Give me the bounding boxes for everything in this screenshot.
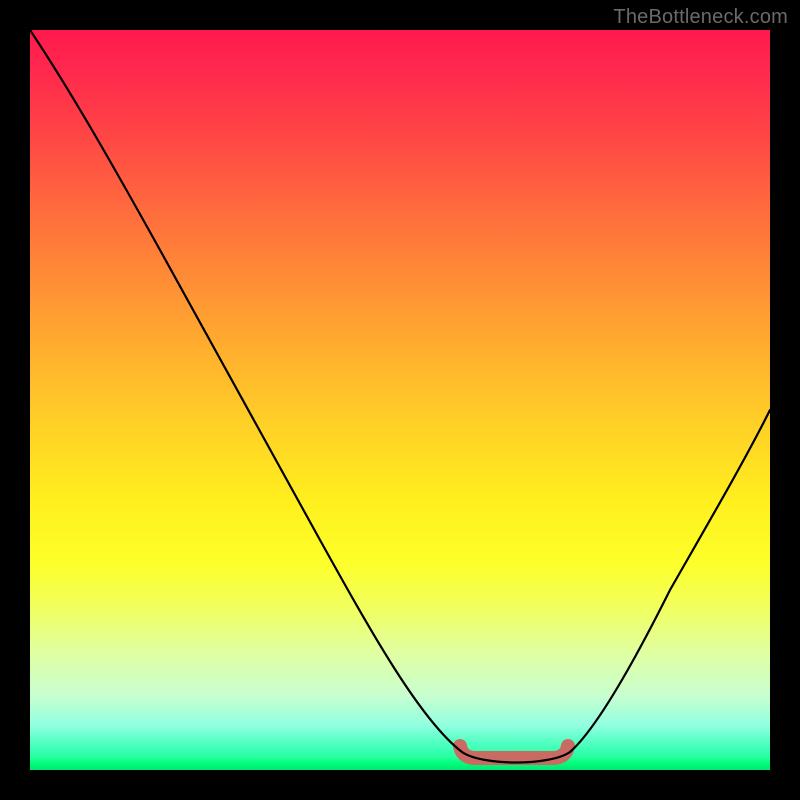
bottleneck-curve	[30, 30, 770, 770]
curve-path	[30, 30, 770, 763]
chart-frame: TheBottleneck.com	[0, 0, 800, 800]
plot-area	[30, 30, 770, 770]
optimal-range-marker	[460, 746, 568, 758]
watermark-text: TheBottleneck.com	[613, 6, 788, 29]
